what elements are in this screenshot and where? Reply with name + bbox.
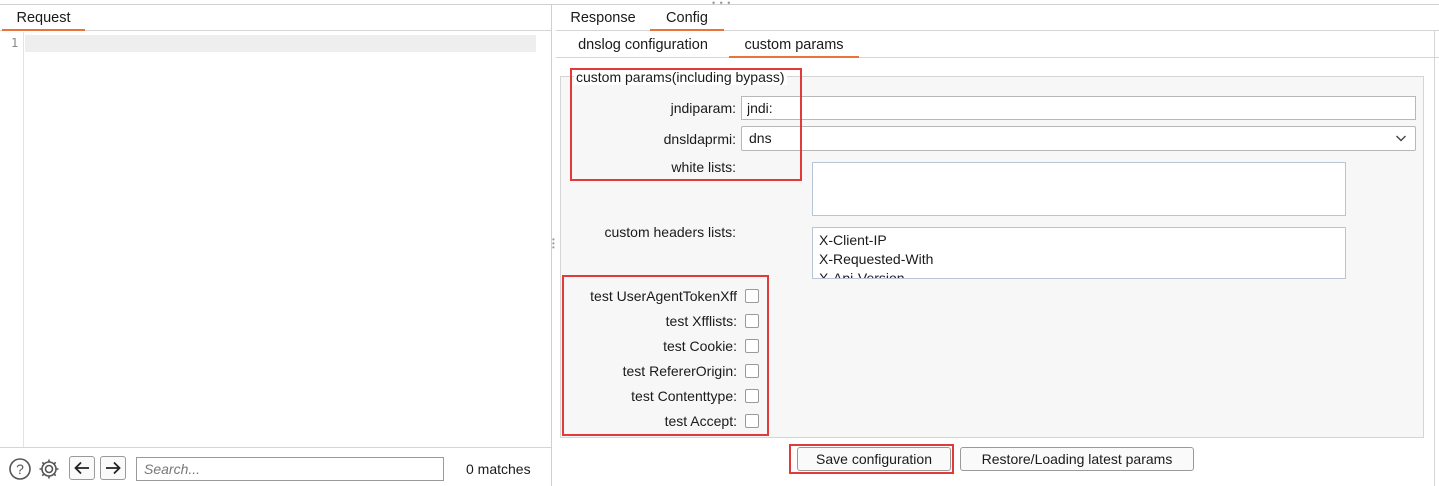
help-icon[interactable]: ?	[8, 457, 32, 481]
custom-headers-textarea[interactable]: X-Client-IP X-Requested-With X-Api-Versi…	[812, 227, 1346, 279]
checkbox-contenttype[interactable]	[745, 389, 759, 403]
line-number: 1	[11, 36, 19, 50]
header-item: X-Client-IP	[819, 232, 887, 248]
checkbox-label-contenttype: test Contenttype:	[631, 388, 737, 404]
tab-dnslog-configuration[interactable]: dnslog configuration	[564, 32, 722, 58]
jndiparam-label: jndiparam:	[670, 100, 736, 116]
svg-text:?: ?	[16, 461, 24, 477]
splitter-grip[interactable]: • • •	[552, 236, 555, 252]
config-subtab-bar: dnslog configuration custom params	[556, 32, 1439, 58]
chevron-down-icon	[1396, 135, 1406, 142]
dnsldaprmi-label: dnsldaprmi:	[663, 131, 736, 147]
checkbox-label-cookie: test Cookie:	[663, 338, 737, 354]
whitelists-textarea[interactable]	[812, 162, 1346, 216]
checkbox-xfflists[interactable]	[745, 314, 759, 328]
checkbox-accept[interactable]	[745, 414, 759, 428]
tab-request[interactable]: Request	[2, 5, 85, 31]
jndiparam-field[interactable]	[741, 96, 1416, 120]
whitelists-label: white lists:	[671, 159, 736, 175]
checkbox-label-accept: test Accept:	[664, 413, 737, 429]
request-pane: Request 1 ? 0 matches	[0, 5, 551, 486]
line-gutter: 1	[0, 32, 24, 447]
custom-headers-label: custom headers lists:	[604, 224, 737, 240]
checkbox-cookie[interactable]	[745, 339, 759, 353]
save-configuration-button[interactable]: Save configuration	[797, 447, 951, 471]
dnsldaprmi-select[interactable]: dns	[741, 126, 1416, 151]
gear-icon[interactable]	[37, 457, 61, 481]
current-line-highlight	[25, 35, 536, 52]
header-item: X-Api-Version	[819, 270, 905, 279]
checkbox-label-xfflists: test Xfflists:	[665, 313, 737, 329]
checkbox-refererorigin[interactable]	[745, 364, 759, 378]
checkbox-useragent[interactable]	[745, 289, 759, 303]
search-input[interactable]	[136, 457, 444, 481]
restore-params-button[interactable]: Restore/Loading latest params	[960, 447, 1194, 471]
tab-custom-params[interactable]: custom params	[729, 32, 859, 58]
right-edge	[1434, 31, 1435, 486]
request-tab-bar: Request	[0, 5, 551, 31]
previous-match-button[interactable]	[69, 456, 95, 480]
next-match-button[interactable]	[100, 456, 126, 480]
request-editor[interactable]: 1	[0, 32, 551, 447]
search-bar: ? 0 matches	[0, 447, 551, 486]
response-tab-bar: Response Config	[556, 5, 1439, 31]
tab-response[interactable]: Response	[564, 5, 642, 31]
arrow-right-icon	[106, 461, 121, 475]
header-item: X-Requested-With	[819, 251, 934, 267]
group-title: custom params(including bypass)	[574, 69, 787, 85]
match-count: 0 matches	[466, 461, 531, 477]
tab-config[interactable]: Config	[650, 5, 724, 31]
dnsldaprmi-value: dns	[749, 130, 772, 146]
checkbox-label-refererorigin: test RefererOrigin:	[622, 363, 737, 379]
arrow-left-icon	[74, 461, 89, 475]
checkbox-label-useragent: test UserAgentTokenXff	[590, 288, 737, 304]
